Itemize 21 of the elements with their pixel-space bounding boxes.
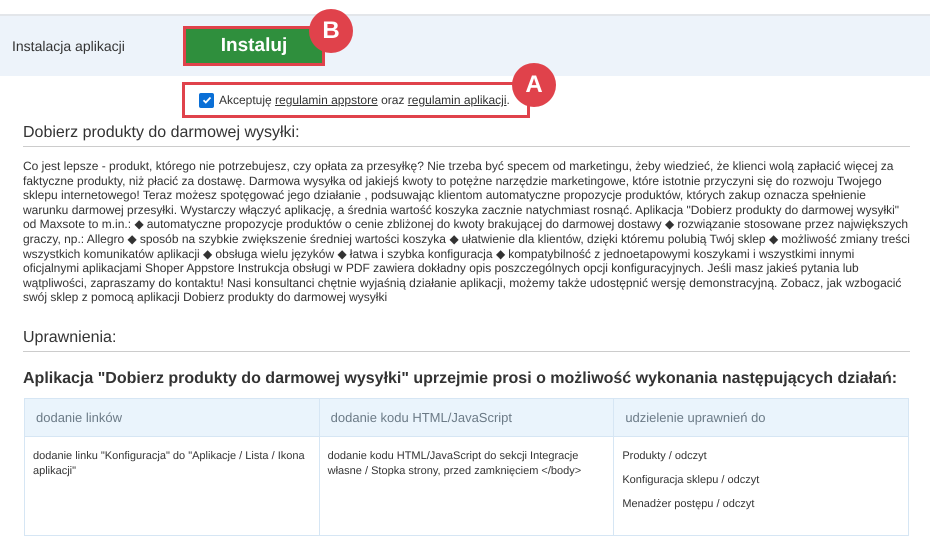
annotation-marker: A bbox=[512, 63, 556, 107]
section-heading: Dobierz produkty do darmowej wysyłki: bbox=[23, 124, 910, 147]
column-header: dodanie kodu HTML/JavaScript bbox=[319, 398, 614, 436]
section-label: Instalacja aplikacji bbox=[11, 38, 126, 54]
section-heading: Uprawnienia: bbox=[23, 328, 910, 352]
permission-item: dodanie linku "Konfiguracja" do "Aplikacje / Lista / Ikona aplikacji" bbox=[33, 448, 306, 479]
description-text: Co jest lepsze - produkt, którego nie potrzebujesz, czy opłata za przesyłkę? Nie trzeba być specem od marketingu, żeby wiedzieć, że klienci wolą zapłacić więcej za faktyczne produkty, niż płacić za dostawę. Darmowa wysyłka od jakiejś kwoty to potężne narzędzie marketingowe, które istotnie przyczyni się do rozwoju Twojego sklepu internetowego! Teraz możesz spotęgować jego działanie , podsuwając klientom automatyczne propozycje produktów, których zakup oznacza spełnienie warunku darmowej przesyłki. Wystarczy włączyć aplikację, a średnia wartość koszyka zacznie natychmiast rosnąć. Aplikacja "Dobierz produkty do darmowej wysyłki" od Maxsote to m.in.: ◆ automatyczne propozycje produktów o cenie zbliżonej do kwoty brakującej do darmowej dostawy ◆ rozwiązanie stosowane przez największych graczy, np.: Allegro ◆ sposób na szybkie zwiększenie średniej wartości koszyka ◆ ułatwienie dla klientów, dzięki któremu polubią Twój sklep ◆ możliwość zmiany treści wszystkich komunikatów aplikacji ◆ obsługa wielu języków ◆ łatwa i szybka konfiguracja ◆ kompatybilność z jednoetapowymi koszykami i wszystkimi innymi oficjalnymi aplikacjami Shoper Appstore Instrukcja obsługi w PDF zawiera dokładny opis poszczególnych opcji konfiguracyjnych. Jeśli masz jakieś pytania lub wątpliwości, zapraszamy do kontaktu! Nasi konsultanci chętnie wyjaśnią działanie aplikacji, możemy także udostępnić wersję demonstracyjną. Zobacz, jak wzbogacić swój sklep z pomocą aplikacji Dobierz produkty do darmowej wysyłki bbox=[23, 159, 910, 305]
permission-item: Produkty / odczyt bbox=[622, 448, 708, 464]
permission-item: dodanie kodu HTML/JavaScript do sekcji Integracje własne / Stopka strony, przed zamknięciem </body> bbox=[328, 448, 582, 479]
permission-item: Konfiguracja sklepu / odczyt bbox=[622, 472, 760, 488]
terms-text: Akceptuję regulamin appstore oraz regulamin aplikacji. bbox=[219, 93, 510, 107]
install-button[interactable]: Instaluj bbox=[183, 26, 325, 66]
checkmark-icon bbox=[202, 95, 212, 105]
permission-item: Menadżer postępu / odczyt bbox=[622, 496, 756, 512]
permissions-intro: Aplikacja "Dobierz produkty do darmowej wysyłki" uprzejmie prosi o możliwość wykonania następujących działań: bbox=[23, 370, 898, 388]
column-header: udzielenie uprawnień do bbox=[614, 398, 908, 436]
terms-checkbox[interactable] bbox=[199, 92, 214, 108]
annotation-marker: B bbox=[309, 9, 353, 53]
terms-link[interactable]: regulamin aplikacji bbox=[408, 93, 507, 107]
terms-link[interactable]: regulamin appstore bbox=[275, 93, 378, 107]
column-header: dodanie linków bbox=[24, 398, 320, 436]
